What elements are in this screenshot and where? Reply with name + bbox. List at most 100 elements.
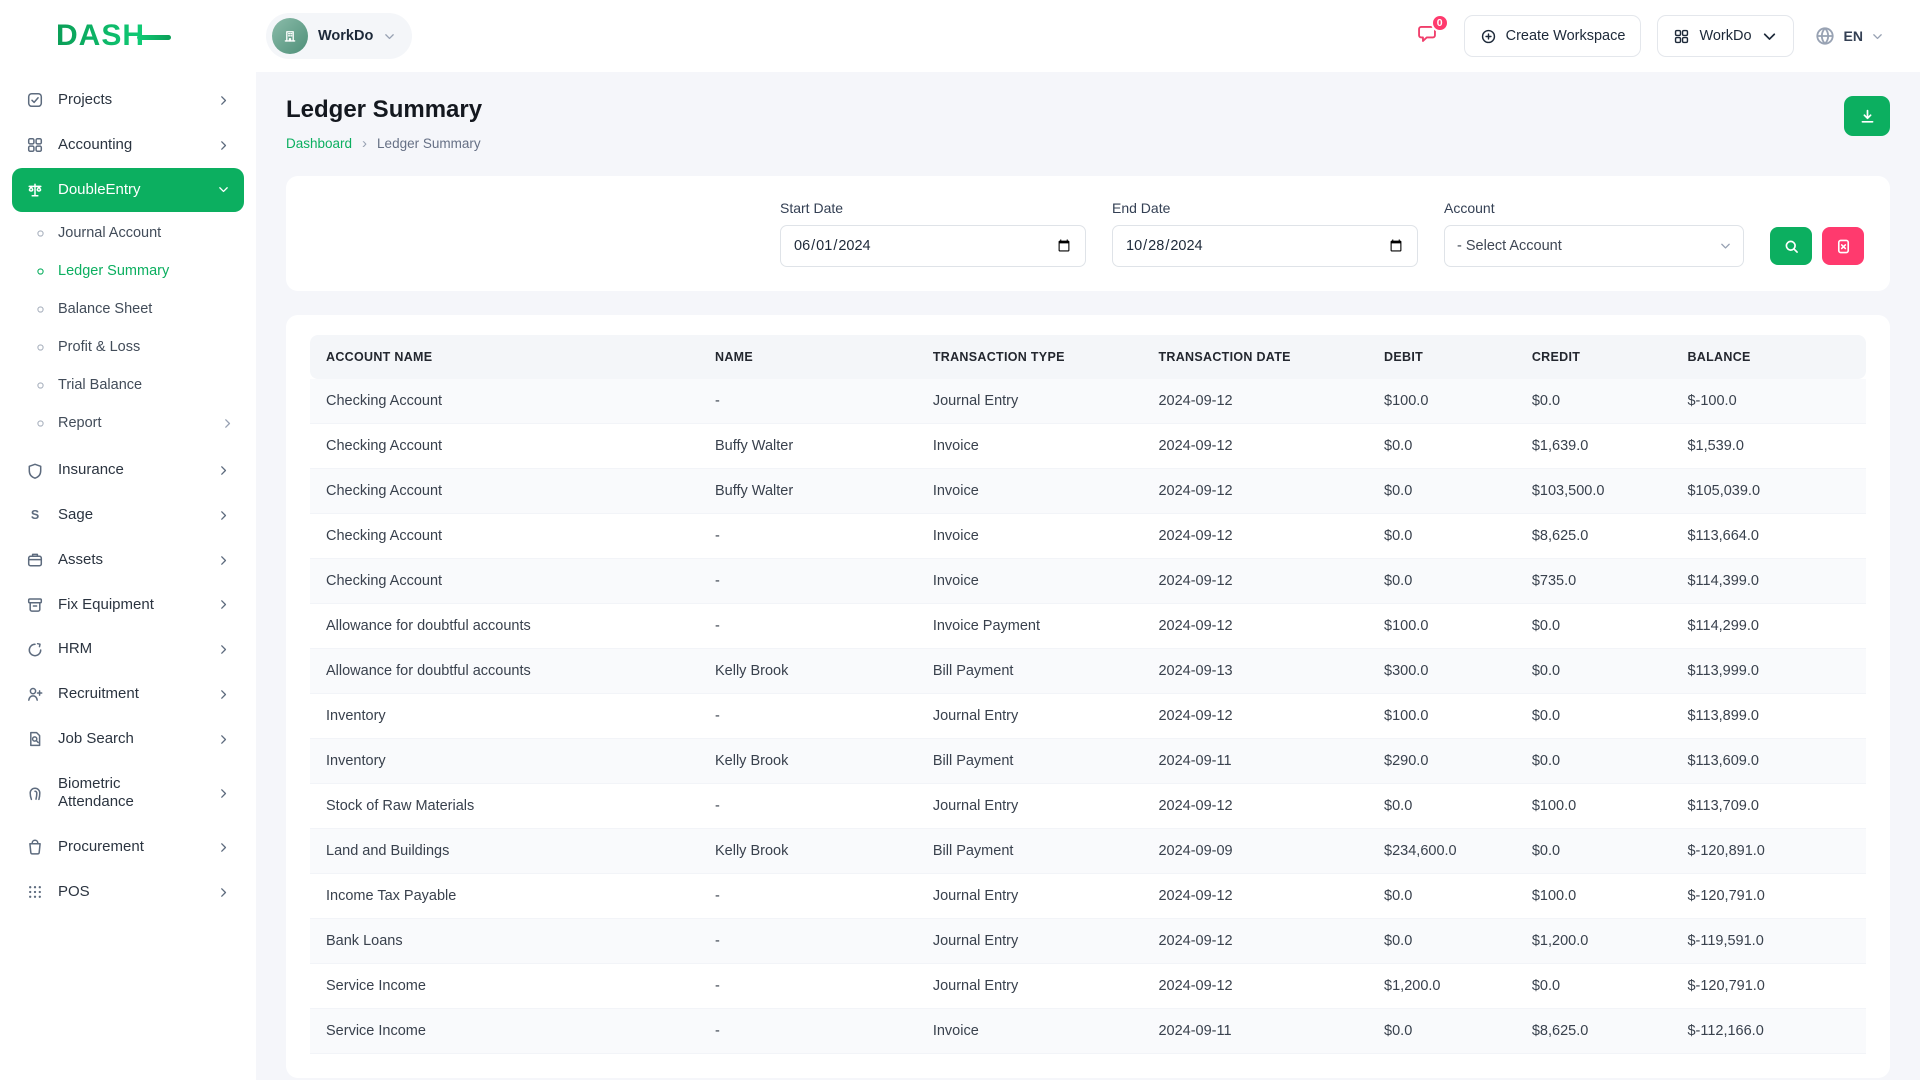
table-cell: Stock of Raw Materials	[310, 784, 699, 829]
table-cell: $0.0	[1516, 649, 1672, 694]
table-cell: $1,200.0	[1516, 919, 1672, 964]
sidebar-item-label: Projects	[58, 91, 186, 110]
table-row: Income Tax Payable-Journal Entry2024-09-…	[310, 874, 1866, 919]
table-row: Checking Account-Journal Entry2024-09-12…	[310, 379, 1866, 424]
sidebar-item-doubleentry[interactable]: DoubleEntry	[12, 168, 244, 213]
sidebar-item-biometric-attendance[interactable]: Biometric Attendance	[12, 762, 244, 826]
language-code: EN	[1844, 28, 1863, 44]
sidebar-item-assets[interactable]: Assets	[12, 538, 244, 583]
circle-icon	[36, 419, 45, 428]
sidebar-item-accounting[interactable]: Accounting	[12, 123, 244, 168]
table-cell: $0.0	[1368, 469, 1516, 514]
workdo-menu-button[interactable]: WorkDo	[1657, 15, 1793, 57]
table-cell: -	[699, 694, 917, 739]
workdo-menu-label: WorkDo	[1699, 28, 1751, 44]
table-row: Land and BuildingsKelly BrookBill Paymen…	[310, 829, 1866, 874]
sidebar-subitem-ledger-summary[interactable]: Ledger Summary	[22, 252, 244, 290]
main-content: Ledger Summary Dashboard › Ledger Summar…	[256, 72, 1920, 1080]
table-cell: $0.0	[1516, 604, 1672, 649]
table-cell: $0.0	[1368, 424, 1516, 469]
language-selector[interactable]: EN	[1814, 25, 1884, 47]
plus-circle-icon	[1480, 28, 1497, 45]
search-icon	[1783, 238, 1800, 255]
table-cell: Checking Account	[310, 514, 699, 559]
sidebar-item-insurance[interactable]: Insurance	[12, 448, 244, 493]
table-cell: Journal Entry	[917, 694, 1143, 739]
table-cell: Invoice	[917, 1009, 1143, 1054]
sidebar-subitem-report[interactable]: Report	[22, 404, 244, 442]
table-cell: $0.0	[1368, 514, 1516, 559]
table-cell: Journal Entry	[917, 874, 1143, 919]
chevron-right-icon	[217, 841, 230, 854]
column-header-transaction-type: TRANSACTION TYPE	[917, 335, 1143, 379]
table-row: Stock of Raw Materials-Journal Entry2024…	[310, 784, 1866, 829]
table-cell: 2024-09-12	[1142, 874, 1368, 919]
table-cell: 2024-09-12	[1142, 694, 1368, 739]
messages-button[interactable]: 0	[1412, 19, 1442, 54]
sidebar-subitem-label: Trial Balance	[58, 377, 142, 393]
insurance-icon	[26, 462, 44, 480]
sidebar-subitem-journal-account[interactable]: Journal Account	[22, 214, 244, 252]
sidebar-item-projects[interactable]: Projects	[12, 78, 244, 123]
column-header-name: NAME	[699, 335, 917, 379]
table-cell: $-120,891.0	[1671, 829, 1866, 874]
sidebar-item-recruitment[interactable]: Recruitment	[12, 672, 244, 717]
table-cell: $234,600.0	[1368, 829, 1516, 874]
account-field: Account - Select Account	[1444, 200, 1744, 267]
table-cell: Bill Payment	[917, 739, 1143, 784]
sidebar-item-fix-equipment[interactable]: Fix Equipment	[12, 583, 244, 628]
table-cell: -	[699, 964, 917, 1009]
workspace-switcher[interactable]: WorkDo	[266, 13, 412, 59]
chevron-right-icon	[217, 886, 230, 899]
table-cell: Service Income	[310, 964, 699, 1009]
table-cell: 2024-09-09	[1142, 829, 1368, 874]
table-cell: $113,609.0	[1671, 739, 1866, 784]
start-date-input[interactable]	[780, 225, 1086, 267]
biometric-icon	[26, 784, 44, 802]
reset-button[interactable]	[1822, 227, 1864, 265]
sidebar-item-label: Job Search	[58, 730, 186, 749]
table-cell: Service Income	[310, 1009, 699, 1054]
filter-card: Start Date End Date Account - Select Acc…	[286, 176, 1890, 291]
account-label: Account	[1444, 200, 1744, 216]
table-cell: Bill Payment	[917, 829, 1143, 874]
table-row: Checking Account-Invoice2024-09-12$0.0$8…	[310, 514, 1866, 559]
create-workspace-button[interactable]: Create Workspace	[1464, 15, 1642, 57]
table-cell: $0.0	[1516, 964, 1672, 1009]
sidebar-item-label: Accounting	[58, 136, 186, 155]
search-button[interactable]	[1770, 227, 1812, 265]
table-cell: $0.0	[1368, 874, 1516, 919]
chevron-down-icon	[217, 183, 230, 196]
table-cell: Invoice Payment	[917, 604, 1143, 649]
sidebar-item-label: DoubleEntry	[58, 181, 186, 200]
topbar: DASH WorkDo 0 Create Workspace WorkDo	[0, 0, 1920, 72]
breadcrumb-separator: ›	[362, 135, 367, 152]
filter-actions	[1770, 227, 1864, 267]
app-logo[interactable]: DASH	[56, 19, 145, 53]
download-button[interactable]	[1844, 96, 1890, 136]
double-entry-icon	[26, 181, 44, 199]
breadcrumb-dashboard-link[interactable]: Dashboard	[286, 136, 352, 151]
sidebar-subitem-label: Journal Account	[58, 225, 161, 241]
grid-icon	[1673, 28, 1690, 45]
sidebar-item-procurement[interactable]: Procurement	[12, 825, 244, 870]
table-row: Checking AccountBuffy WalterInvoice2024-…	[310, 424, 1866, 469]
sidebar-item-job-search[interactable]: Job Search	[12, 717, 244, 762]
sidebar-subitem-profit-loss[interactable]: Profit & Loss	[22, 328, 244, 366]
table-cell: Buffy Walter	[699, 469, 917, 514]
end-date-input[interactable]	[1112, 225, 1418, 267]
sidebar-item-pos[interactable]: POS	[12, 870, 244, 915]
sidebar-item-sage[interactable]: SSage	[12, 493, 244, 538]
table-cell: Bank Loans	[310, 919, 699, 964]
sidebar-item-hrm[interactable]: HRM	[12, 627, 244, 672]
page-title: Ledger Summary	[286, 96, 482, 124]
account-select[interactable]: - Select Account	[1444, 225, 1744, 267]
chevron-right-icon	[217, 509, 230, 522]
sidebar-item-label: POS	[58, 883, 186, 902]
table-cell: $100.0	[1368, 604, 1516, 649]
circle-icon	[36, 267, 45, 276]
sidebar-subitem-balance-sheet[interactable]: Balance Sheet	[22, 290, 244, 328]
sidebar-subitem-trial-balance[interactable]: Trial Balance	[22, 366, 244, 404]
hrm-icon	[26, 641, 44, 659]
breadcrumb-current: Ledger Summary	[377, 136, 481, 151]
